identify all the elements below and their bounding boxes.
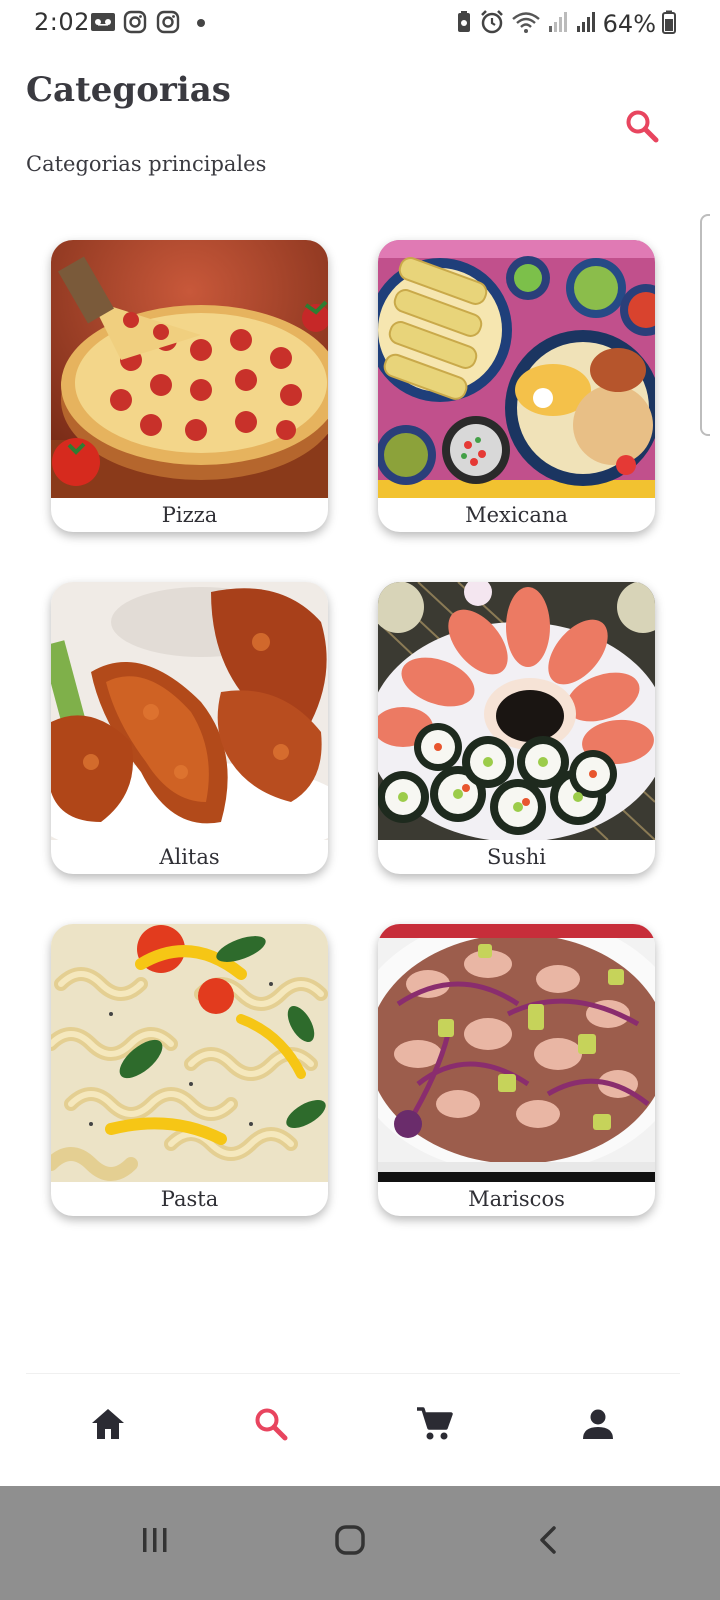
- person-icon: [583, 1409, 613, 1439]
- cart-icon: [417, 1407, 453, 1440]
- category-card-pasta[interactable]: Pasta: [51, 924, 328, 1216]
- back-button[interactable]: [518, 1510, 578, 1570]
- home-icon: [92, 1409, 124, 1439]
- category-label: Mexicana: [465, 503, 568, 527]
- category-label: Pasta: [160, 1187, 219, 1211]
- pasta-photo: [51, 924, 328, 1182]
- nav-item-home[interactable]: [78, 1394, 138, 1454]
- bottom-nav: [0, 1376, 720, 1486]
- recents-button[interactable]: [125, 1510, 185, 1570]
- category-card-pizza[interactable]: Pizza: [51, 240, 328, 532]
- recents-icon: [143, 1528, 167, 1552]
- back-icon: [540, 1526, 556, 1554]
- category-label: Sushi: [487, 845, 546, 869]
- nav-item-cart[interactable]: [404, 1394, 464, 1454]
- bottom-nav-divider: [26, 1373, 680, 1374]
- search-icon: [255, 1408, 288, 1441]
- app-screen: 2:02 64% Categorias Categorias principal…: [0, 0, 720, 1600]
- home-circle-icon: [335, 1525, 365, 1555]
- sushi-photo: [378, 582, 655, 840]
- category-card-mexicana[interactable]: Mexicana: [378, 240, 655, 532]
- system-home-button[interactable]: [320, 1510, 380, 1570]
- system-navigation-bar: [0, 1486, 720, 1600]
- category-card-alitas[interactable]: Alitas: [51, 582, 328, 874]
- category-label: Pizza: [161, 503, 218, 527]
- category-card-sushi[interactable]: Sushi: [378, 582, 655, 874]
- category-label: Mariscos: [468, 1187, 565, 1211]
- category-grid: Pizza Mexicana Alitas Sushi Pasta Marisc…: [0, 0, 720, 1300]
- chicken-wings-photo: [51, 582, 328, 840]
- nav-item-profile[interactable]: [568, 1394, 628, 1454]
- seafood-photo: [378, 924, 655, 1182]
- mexican-food-photo: [378, 240, 655, 498]
- pizza-photo: [51, 240, 328, 498]
- category-label: Alitas: [159, 845, 220, 869]
- category-card-mariscos[interactable]: Mariscos: [378, 924, 655, 1216]
- nav-item-search[interactable]: [241, 1394, 301, 1454]
